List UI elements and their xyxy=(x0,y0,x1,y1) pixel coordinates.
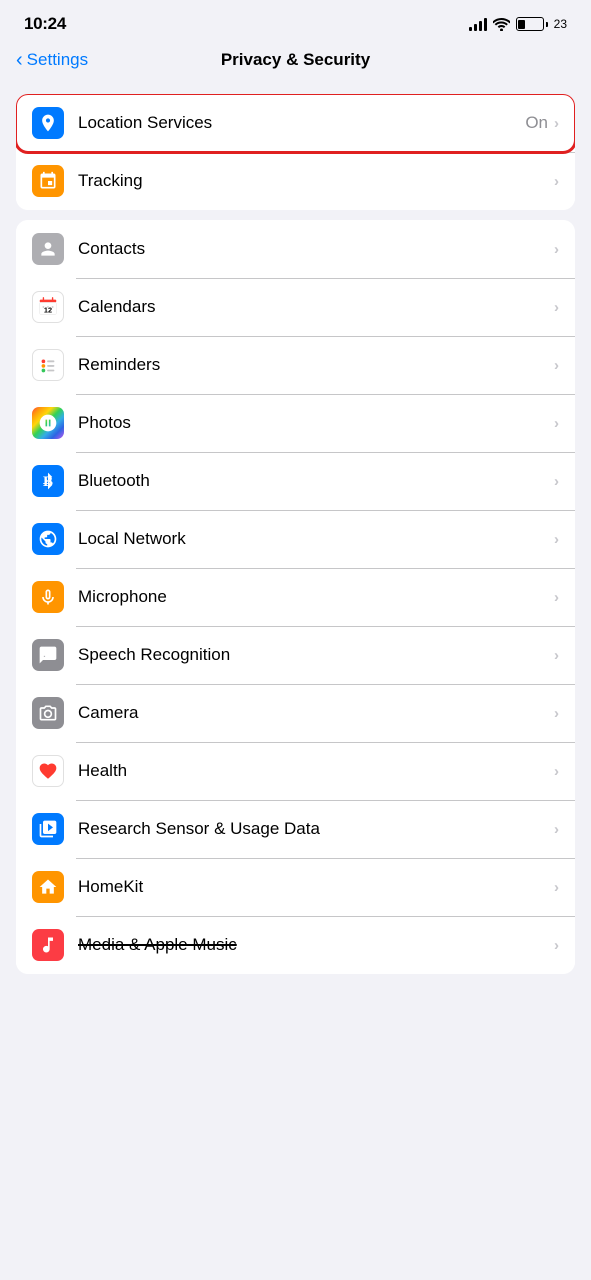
row-microphone[interactable]: Microphone › xyxy=(16,568,575,626)
row-tracking[interactable]: Tracking › xyxy=(16,152,575,210)
camera-icon xyxy=(32,697,64,729)
reminders-chevron: › xyxy=(554,357,559,374)
camera-chevron: › xyxy=(554,705,559,722)
local-network-icon xyxy=(32,523,64,555)
homekit-chevron: › xyxy=(554,879,559,896)
row-homekit[interactable]: HomeKit › xyxy=(16,858,575,916)
contacts-icon xyxy=(32,233,64,265)
calendars-label: Calendars xyxy=(78,297,554,317)
research-sensor-chevron: › xyxy=(554,821,559,838)
reminders-label: Reminders xyxy=(78,355,554,375)
speech-recognition-label: Speech Recognition xyxy=(78,645,554,665)
row-reminders[interactable]: Reminders › xyxy=(16,336,575,394)
row-photos[interactable]: Photos › xyxy=(16,394,575,452)
health-chevron: › xyxy=(554,763,559,780)
battery-icon xyxy=(516,17,548,31)
research-sensor-icon xyxy=(32,813,64,845)
row-calendars[interactable]: 12 Calendars › xyxy=(16,278,575,336)
row-camera[interactable]: Camera › xyxy=(16,684,575,742)
reminders-icon xyxy=(32,349,64,381)
media-apple-music-chevron: › xyxy=(554,937,559,954)
status-time: 10:24 xyxy=(24,14,66,34)
row-local-network[interactable]: Local Network › xyxy=(16,510,575,568)
speech-recognition-chevron: › xyxy=(554,647,559,664)
back-chevron-icon: ‹ xyxy=(16,50,23,70)
contacts-label: Contacts xyxy=(78,239,554,259)
row-media-apple-music[interactable]: Media & Apple Music › xyxy=(16,916,575,974)
row-health[interactable]: Health › xyxy=(16,742,575,800)
calendars-chevron: › xyxy=(554,299,559,316)
contacts-chevron: › xyxy=(554,241,559,258)
svg-text:Ƀ: Ƀ xyxy=(43,474,53,490)
media-apple-music-label: Media & Apple Music xyxy=(78,935,554,955)
row-contacts[interactable]: Contacts › xyxy=(16,220,575,278)
speech-recognition-icon xyxy=(32,639,64,671)
back-button[interactable]: ‹ Settings xyxy=(16,50,88,70)
local-network-chevron: › xyxy=(554,531,559,548)
local-network-label: Local Network xyxy=(78,529,554,549)
bluetooth-icon: Ƀ xyxy=(32,465,64,497)
battery-percent: 23 xyxy=(554,17,567,31)
tracking-chevron: › xyxy=(554,173,559,190)
wifi-icon xyxy=(493,18,510,31)
photos-icon xyxy=(32,407,64,439)
bluetooth-label: Bluetooth xyxy=(78,471,554,491)
media-music-icon xyxy=(32,929,64,961)
microphone-label: Microphone xyxy=(78,587,554,607)
research-sensor-label: Research Sensor & Usage Data xyxy=(78,819,554,839)
signal-icon xyxy=(469,17,487,31)
microphone-chevron: › xyxy=(554,589,559,606)
location-services-icon xyxy=(32,107,64,139)
page-title: Privacy & Security xyxy=(221,50,370,70)
tracking-label: Tracking xyxy=(78,171,554,191)
location-services-value: On xyxy=(525,113,548,133)
row-speech-recognition[interactable]: Speech Recognition › xyxy=(16,626,575,684)
homekit-label: HomeKit xyxy=(78,877,554,897)
calendars-icon: 12 xyxy=(32,291,64,323)
homekit-icon xyxy=(32,871,64,903)
settings-group-2: Contacts › 12 Calendars › xyxy=(16,220,575,974)
back-label: Settings xyxy=(27,50,88,70)
status-icons: 23 xyxy=(469,17,567,31)
tracking-icon xyxy=(32,165,64,197)
row-research-sensor[interactable]: Research Sensor & Usage Data › xyxy=(16,800,575,858)
location-services-chevron: › xyxy=(554,115,559,132)
health-icon xyxy=(32,755,64,787)
status-bar: 10:24 23 xyxy=(0,0,591,42)
location-services-label: Location Services xyxy=(78,113,525,133)
row-location-services[interactable]: Location Services On › xyxy=(16,94,575,152)
camera-label: Camera xyxy=(78,703,554,723)
microphone-icon xyxy=(32,581,64,613)
settings-group-1: Location Services On › Tracking › xyxy=(16,94,575,210)
photos-label: Photos xyxy=(78,413,554,433)
bluetooth-chevron: › xyxy=(554,473,559,490)
row-bluetooth[interactable]: Ƀ Bluetooth › xyxy=(16,452,575,510)
photos-chevron: › xyxy=(554,415,559,432)
health-label: Health xyxy=(78,761,554,781)
nav-bar: ‹ Settings Privacy & Security xyxy=(0,42,591,86)
